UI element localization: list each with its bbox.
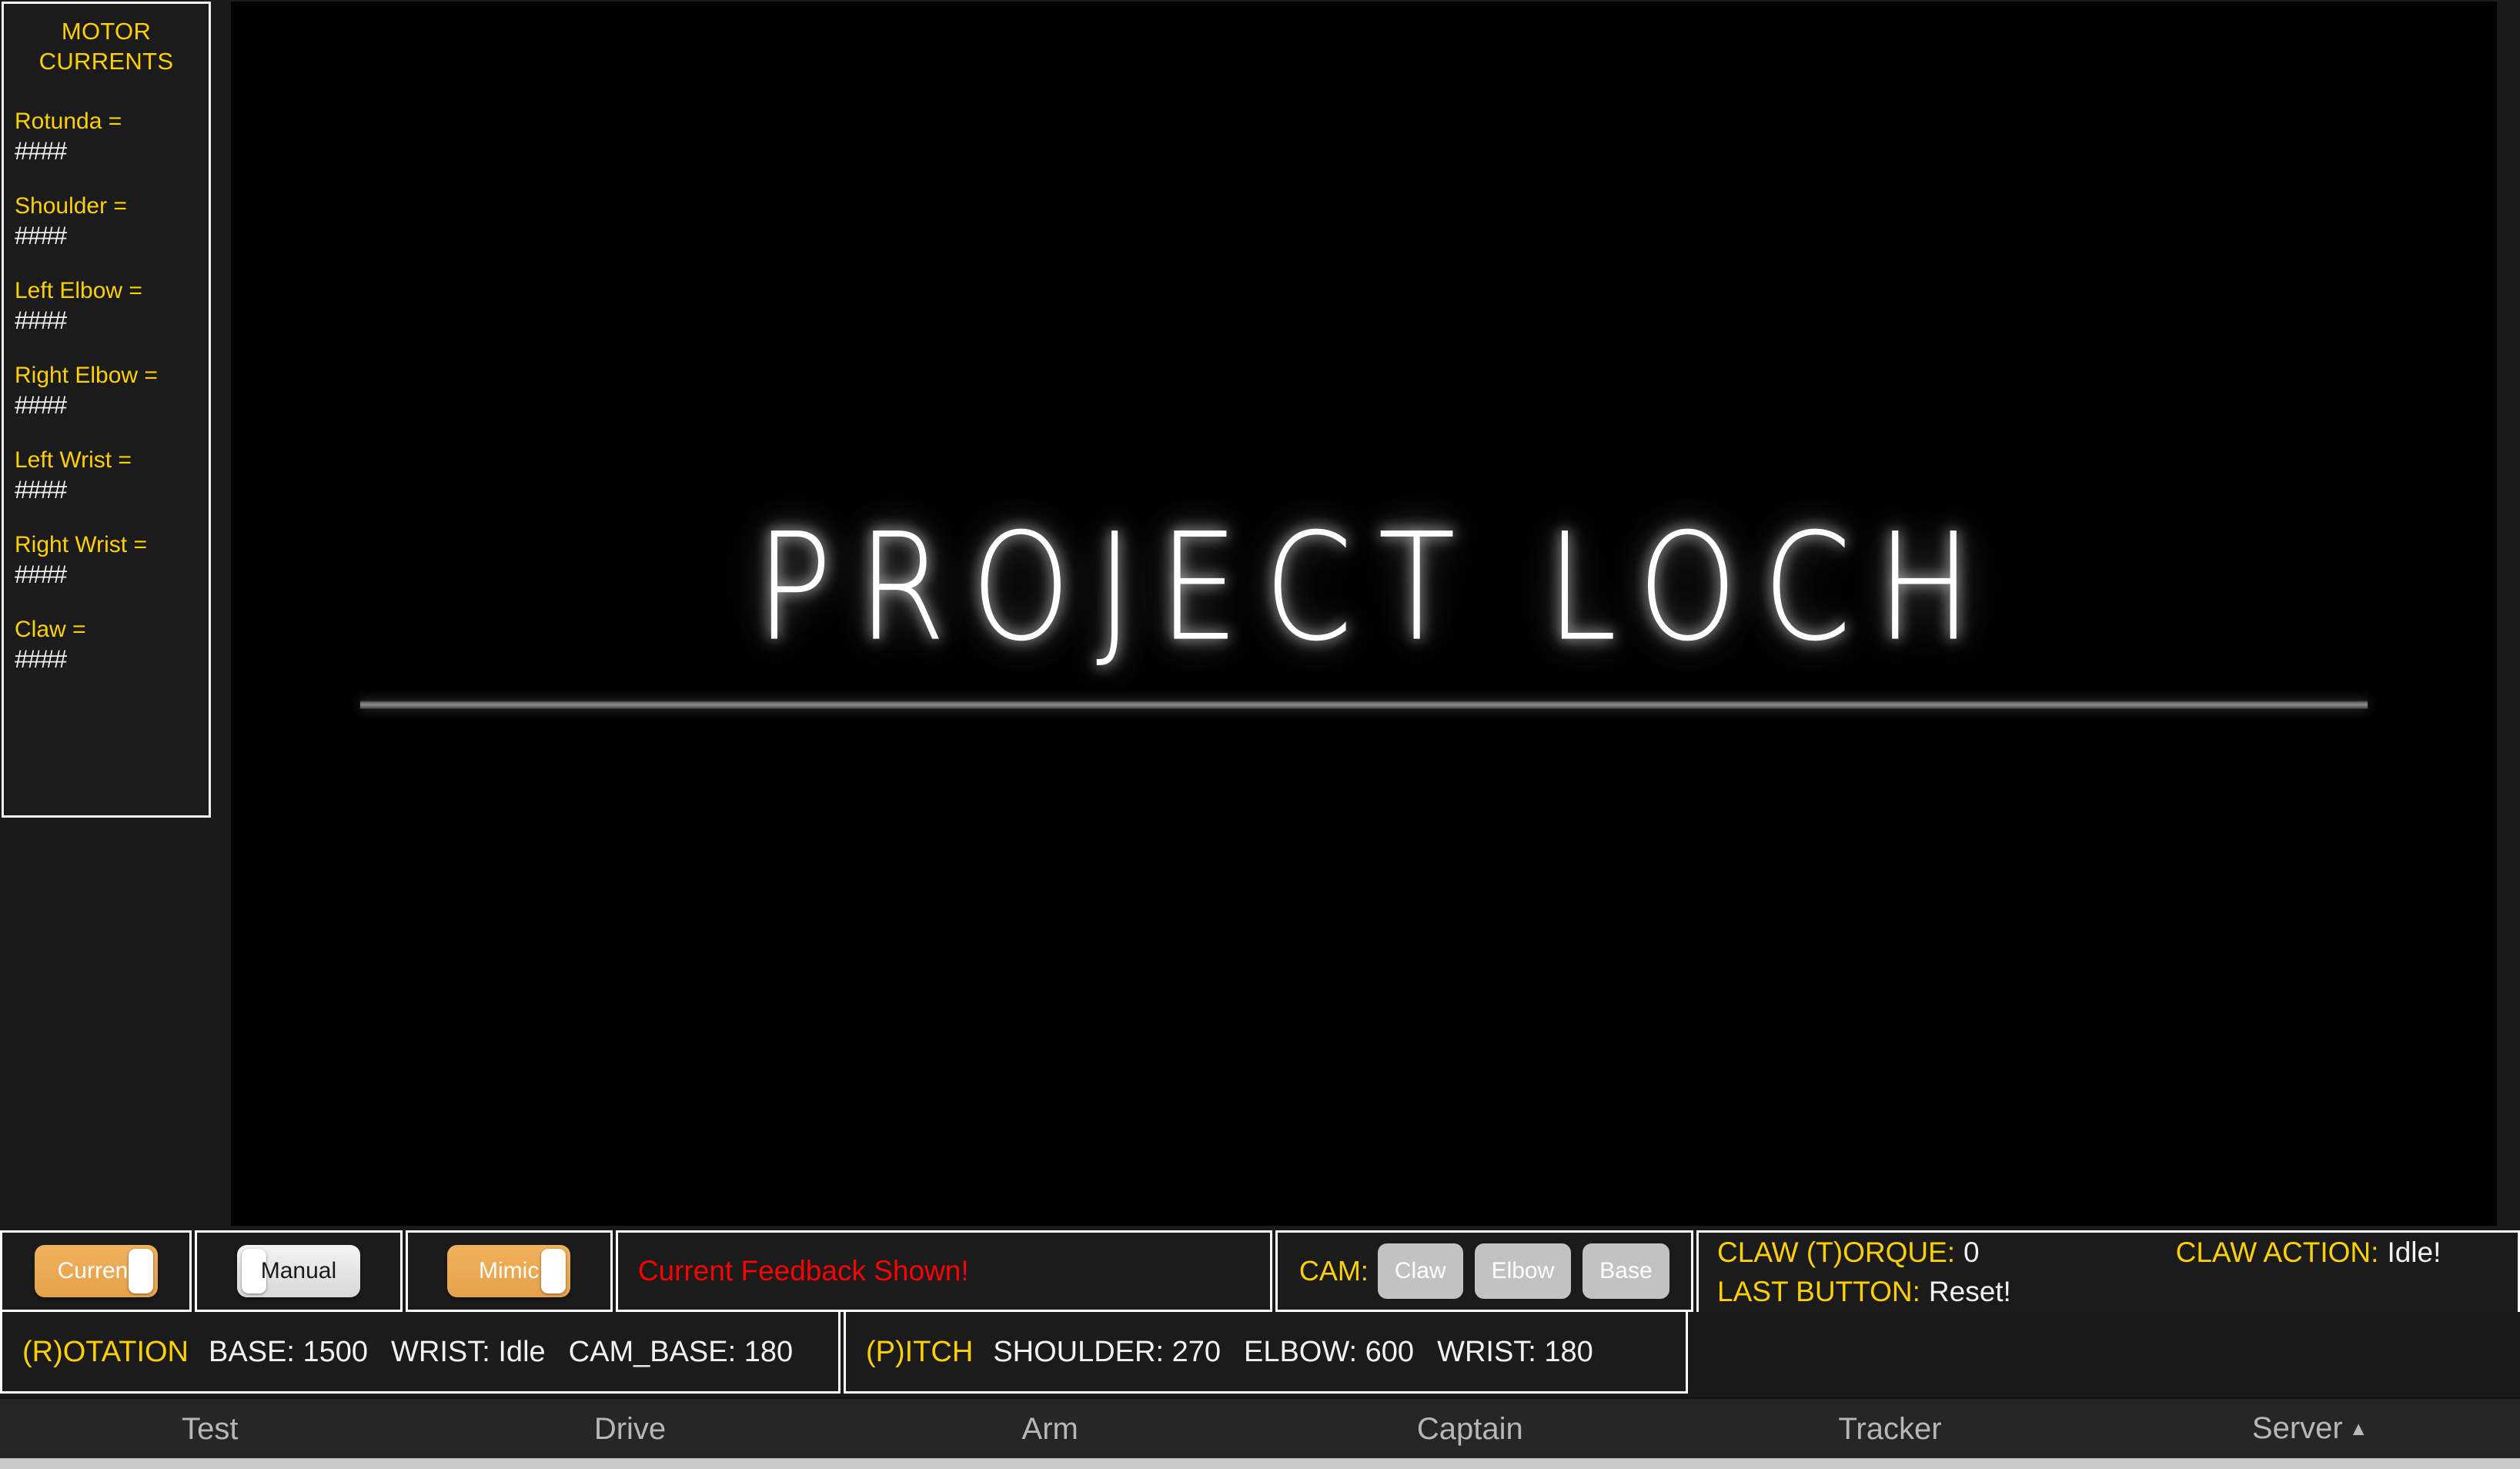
status-row-bottom-spacer <box>1691 1312 2520 1394</box>
motor-label-rotunda: Rotunda = <box>15 109 122 134</box>
pitch-wrist: WRIST: 180 <box>1437 1335 1593 1368</box>
last-button-key: LAST BUTTON: <box>1717 1276 1920 1308</box>
rotation-wrist: WRIST: Idle <box>391 1335 546 1368</box>
pitch-tag: (P)ITCH <box>866 1335 974 1368</box>
toggle-manual[interactable]: Manual <box>236 1245 360 1297</box>
motor-value-right-elbow: #### <box>15 391 67 419</box>
tab-tracker-label: Tracker <box>1838 1411 1942 1446</box>
rotation-cam-base: CAM_BASE: 180 <box>568 1335 794 1368</box>
toggle-mimic-knob <box>541 1249 566 1293</box>
claw-info-cell: CLAW (T)ORQUE: 0 CLAW ACTION: Idle! LAST… <box>1696 1230 2520 1312</box>
rotation-tag: (R)OTATION <box>22 1335 189 1368</box>
toggle-current[interactable]: Current <box>34 1245 158 1297</box>
motor-currents-title: MOTOR CURRENTS <box>38 18 174 75</box>
camera-viewport[interactable]: PROJECT LOCH <box>231 2 2497 1226</box>
motor-currents-list: Rotunda = #### Shoulder = #### Left Elbo… <box>15 107 198 674</box>
motor-value-shoulder: #### <box>15 222 67 249</box>
cam-button-elbow[interactable]: Elbow <box>1474 1243 1572 1299</box>
toggle-cell-manual: Manual <box>195 1230 403 1312</box>
toggle-current-label: Current <box>57 1258 135 1283</box>
motor-label-claw: Claw = <box>15 617 86 642</box>
claw-torque: CLAW (T)ORQUE: 0 <box>1717 1236 1980 1269</box>
toggle-mimic-label: Mimic <box>479 1258 540 1283</box>
claw-torque-value: 0 <box>1964 1236 1980 1268</box>
cam-label: CAM: <box>1298 1255 1369 1287</box>
feedback-cell: Current Feedback Shown! <box>615 1230 1272 1312</box>
app-root: MOTOR CURRENTS Rotunda = #### Shoulder =… <box>0 0 2520 1469</box>
motor-value-left-wrist: #### <box>15 476 67 504</box>
scrollbar-thumb[interactable] <box>0 1458 2520 1469</box>
claw-info-row-top: CLAW (T)ORQUE: 0 CLAW ACTION: Idle! <box>1699 1233 2518 1273</box>
motor-value-left-elbow: #### <box>15 306 67 334</box>
tab-test-label: Test <box>182 1411 239 1446</box>
pitch-shoulder: SHOULDER: 270 <box>993 1335 1221 1368</box>
toggle-cell-mimic: Mimic <box>405 1230 613 1312</box>
tab-arm-label: Arm <box>1021 1411 1078 1446</box>
cam-selector-cell: CAM: Claw Elbow Base <box>1275 1230 1694 1312</box>
motor-value-rotunda: #### <box>15 137 67 165</box>
rotation-base: BASE: 1500 <box>209 1335 369 1368</box>
tab-test[interactable]: Test <box>0 1412 420 1446</box>
motor-label-right-wrist: Right Wrist = <box>15 532 147 557</box>
tab-arm[interactable]: Arm <box>840 1412 1260 1446</box>
project-logo-text: PROJECT LOCH <box>755 500 1997 674</box>
motor-label-right-elbow: Right Elbow = <box>15 363 158 388</box>
rotation-cell: (R)OTATION BASE: 1500 WRIST: Idle CAM_BA… <box>0 1312 841 1394</box>
feedback-status-text: Current Feedback Shown! <box>637 1255 969 1287</box>
claw-info-row-bottom: LAST BUTTON: Reset! <box>1699 1273 2518 1313</box>
motor-row-shoulder: Shoulder = #### <box>15 192 198 250</box>
tab-captain-label: Captain <box>1416 1411 1523 1446</box>
pitch-cell: (P)ITCH SHOULDER: 270 ELBOW: 600 WRIST: … <box>844 1312 1688 1394</box>
claw-torque-key: CLAW (T)ORQUE: <box>1717 1236 1956 1268</box>
motor-label-shoulder: Shoulder = <box>15 193 127 219</box>
tab-captain[interactable]: Captain <box>1260 1412 1680 1446</box>
horizontal-scrollbar[interactable] <box>0 1458 2520 1469</box>
status-row-top: Current Manual Mimic Current Feedback Sh… <box>0 1230 2520 1312</box>
motor-row-right-elbow: Right Elbow = #### <box>15 361 198 420</box>
claw-info-stack: CLAW (T)ORQUE: 0 CLAW ACTION: Idle! LAST… <box>1699 1233 2518 1312</box>
tab-server-label: Server <box>2251 1411 2343 1445</box>
motor-value-claw: #### <box>15 645 67 673</box>
project-logo-underline <box>360 700 2368 709</box>
cam-button-base[interactable]: Base <box>1583 1243 1669 1299</box>
motor-label-left-elbow: Left Elbow = <box>15 278 142 303</box>
toggle-manual-label: Manual <box>260 1258 337 1283</box>
motor-row-claw: Claw = #### <box>15 615 198 674</box>
cam-button-claw[interactable]: Claw <box>1377 1243 1463 1299</box>
claw-action: CLAW ACTION: Idle! <box>2176 1236 2441 1269</box>
chevron-up-icon: ▲ <box>2348 1418 2368 1440</box>
toggle-mimic[interactable]: Mimic <box>447 1245 571 1297</box>
status-bar: Current Manual Mimic Current Feedback Sh… <box>0 1230 2520 1394</box>
tab-drive-label: Drive <box>593 1411 667 1446</box>
tab-server[interactable]: Server ▲ <box>2100 1411 2520 1446</box>
tab-drive[interactable]: Drive <box>420 1412 841 1446</box>
toggle-cell-current: Current <box>0 1230 192 1312</box>
last-button-value: Reset! <box>1928 1276 2011 1308</box>
bottom-tab-bar: Test Drive Arm Captain Tracker Server ▲ <box>0 1397 2520 1458</box>
motor-row-right-wrist: Right Wrist = #### <box>15 530 198 589</box>
tab-tracker[interactable]: Tracker <box>1680 1412 2101 1446</box>
motor-row-rotunda: Rotunda = #### <box>15 107 198 166</box>
last-button: LAST BUTTON: Reset! <box>1717 1276 2011 1308</box>
claw-action-value: Idle! <box>2387 1236 2441 1268</box>
motor-row-left-wrist: Left Wrist = #### <box>15 446 198 504</box>
motor-label-left-wrist: Left Wrist = <box>15 447 132 473</box>
motor-value-right-wrist: #### <box>15 560 67 588</box>
claw-action-key: CLAW ACTION: <box>2175 1236 2379 1268</box>
pitch-elbow: ELBOW: 600 <box>1243 1335 1415 1368</box>
motor-currents-panel: MOTOR CURRENTS Rotunda = #### Shoulder =… <box>2 2 211 818</box>
project-logo: PROJECT LOCH <box>356 510 2372 709</box>
motor-row-left-elbow: Left Elbow = #### <box>15 276 198 335</box>
status-row-bottom: (R)OTATION BASE: 1500 WRIST: Idle CAM_BA… <box>0 1312 2520 1394</box>
